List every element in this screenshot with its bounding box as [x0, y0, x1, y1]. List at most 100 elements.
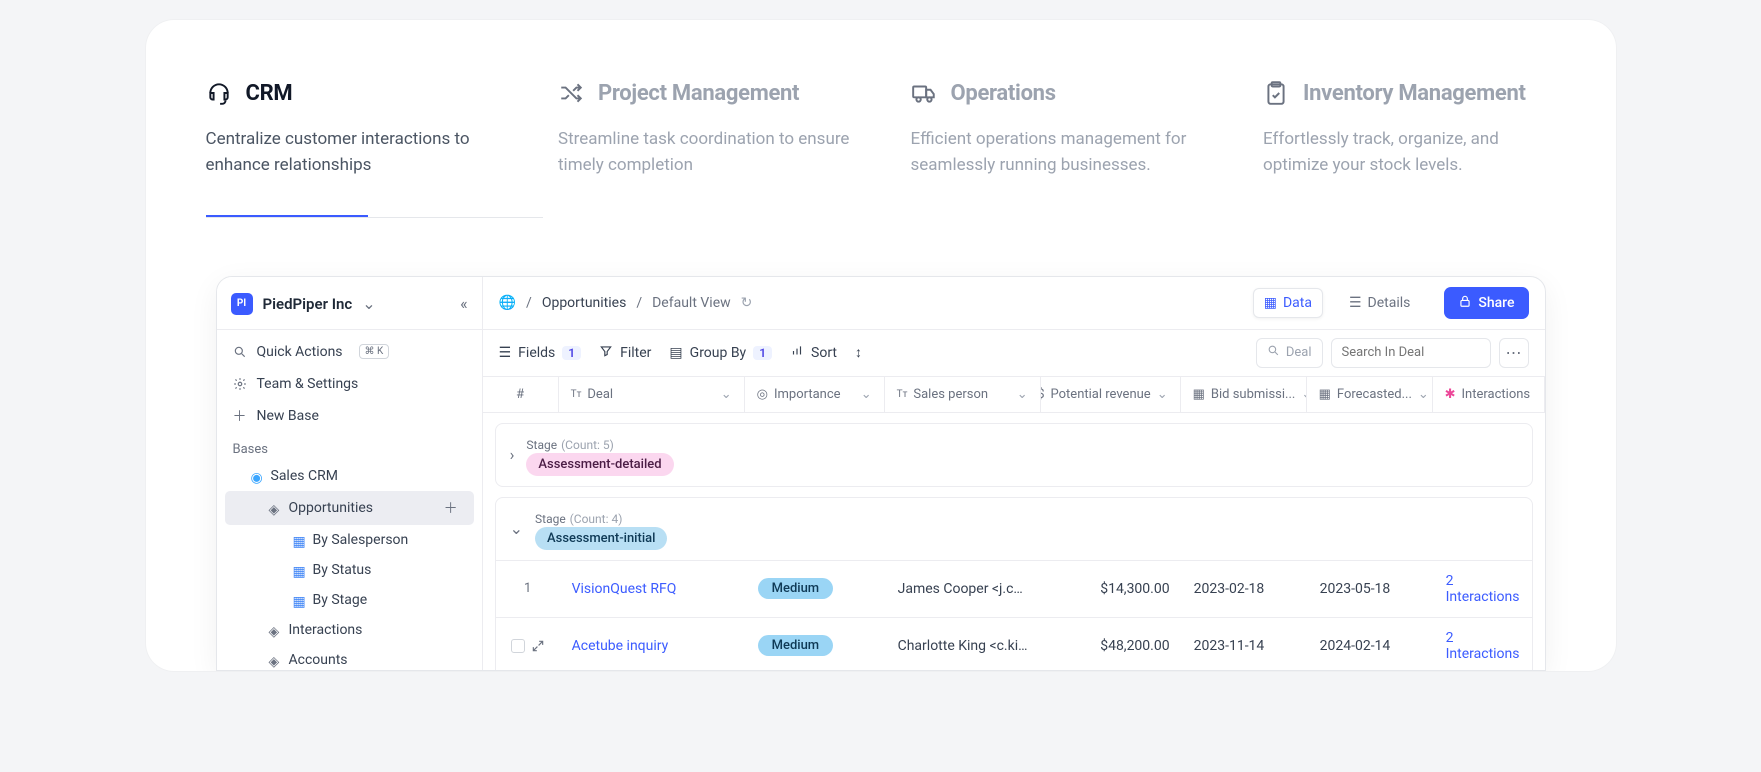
layers-icon: ◈ [269, 624, 281, 636]
tab-desc: Effortlessly track, organize, and optimi… [1263, 126, 1556, 179]
view-by-salesperson[interactable]: ▦ By Salesperson [217, 525, 482, 555]
table-accounts[interactable]: ◈ Accounts [217, 645, 482, 671]
expand-row-icon[interactable] [531, 639, 545, 653]
col-salesperson[interactable]: TтSales person⌄ [885, 377, 1041, 412]
col-bid-date[interactable]: ▦Bid submissi...⌄ [1181, 377, 1307, 412]
grid-icon: ▦ [293, 594, 305, 606]
gear-icon [233, 377, 247, 391]
col-interactions[interactable]: ✱Interactions [1433, 377, 1545, 412]
cell-importance: Medium [746, 623, 886, 668]
breadcrumb-view[interactable]: Default View [652, 295, 731, 311]
workspace-name: PiedPiper Inc [263, 295, 353, 313]
tab-project-management[interactable]: Project Management Streamline task coord… [558, 80, 851, 179]
truck-icon [911, 80, 937, 106]
cell-deal: VisionQuest RFQ [560, 569, 746, 609]
view-mode-details[interactable]: ☰ Details [1339, 289, 1420, 317]
table-row[interactable]: Acetube inquiry Medium Charlotte King <c… [496, 617, 1532, 671]
team-settings[interactable]: Team & Settings [217, 368, 482, 400]
tab-title: Operations [951, 81, 1056, 106]
bases-section-label: Bases [217, 432, 482, 461]
chevron-down-icon: ⌄ [1157, 387, 1168, 402]
cell-bid-date: 2023-11-14 [1182, 626, 1308, 666]
stage-pill: Assessment-detailed [526, 453, 673, 476]
view-by-status[interactable]: ▦ By Status [217, 555, 482, 585]
fields-tool[interactable]: ☰ Fields 1 [499, 345, 582, 361]
table-opportunities[interactable]: ◈ Opportunities ＋ [225, 491, 474, 525]
col-deal[interactable]: TтDeal⌄ [559, 377, 745, 412]
expand-group-icon[interactable]: › [510, 445, 515, 464]
dollar-icon: $ [1041, 387, 1045, 402]
collapse-group-icon[interactable]: ⌄ [510, 519, 523, 538]
interactions-link[interactable]: 2 Interactions [1446, 630, 1520, 662]
sort-tool[interactable]: Sort [790, 344, 837, 362]
headset-icon [206, 80, 232, 106]
bars-icon [790, 344, 804, 362]
search-icon [1267, 344, 1280, 361]
grid-icon: ▦ [293, 564, 305, 576]
topbar: 🌐 / Opportunities / Default View ↻ ▦ Dat… [483, 277, 1545, 330]
link-icon: ✱ [1445, 387, 1456, 402]
stage-label: Stage [526, 438, 557, 452]
search-input[interactable] [1331, 338, 1491, 368]
deal-link[interactable]: VisionQuest RFQ [572, 581, 677, 597]
filter-label: Filter [620, 345, 651, 361]
funnel-icon [599, 344, 613, 362]
tab-inventory[interactable]: Inventory Management Effortlessly track,… [1263, 80, 1556, 179]
row-checkbox[interactable] [511, 639, 525, 653]
col-row-number[interactable]: # [483, 377, 559, 412]
row-number: 1 [496, 569, 560, 608]
table-label: Interactions [289, 622, 363, 638]
workspace-switcher[interactable]: PI PiedPiper Inc ⌄ « [217, 285, 482, 323]
tab-title: Project Management [598, 81, 799, 106]
quick-actions-kbd: ⌘ K [359, 344, 390, 359]
groupby-tool[interactable]: ▤ Group By 1 [669, 345, 772, 361]
group-assessment-initial: ⌄ Stage (Count: 4) Assessment-initial 1 … [495, 497, 1533, 671]
sidebar-collapse-icon[interactable]: « [460, 294, 468, 313]
interactions-link[interactable]: 2 Interactions [1446, 573, 1520, 605]
col-importance[interactable]: ◎Importance⌄ [745, 377, 885, 412]
row-controls [496, 627, 560, 665]
deal-link[interactable]: Acetube inquiry [572, 638, 669, 654]
groupby-count: 1 [753, 346, 772, 360]
main-pane: 🌐 / Opportunities / Default View ↻ ▦ Dat… [483, 277, 1545, 670]
view-mode-data[interactable]: ▦ Data [1253, 288, 1323, 318]
quick-actions-label: Quick Actions [257, 344, 343, 360]
refresh-icon[interactable]: ↻ [741, 295, 753, 311]
col-forecast-date[interactable]: ▦Forecasted...⌄ [1307, 377, 1433, 412]
cell-salesperson: Charlotte King <c.king... [886, 626, 1042, 666]
search-field-select[interactable]: Deal [1256, 338, 1323, 368]
calendar-icon: ▦ [1319, 387, 1331, 402]
view-by-stage[interactable]: ▦ By Stage [217, 585, 482, 615]
sidebar: PI PiedPiper Inc ⌄ « Quick Actions ⌘ K T… [217, 277, 483, 670]
shuffle-icon [558, 80, 584, 106]
breadcrumb-table[interactable]: Opportunities [542, 295, 627, 311]
table-interactions[interactable]: ◈ Interactions [217, 615, 482, 645]
plus-icon: ＋ [233, 409, 247, 423]
cell-bid-date: 2023-02-18 [1182, 569, 1308, 609]
share-button[interactable]: Share [1444, 287, 1528, 319]
tab-operations[interactable]: Operations Efficient operations manageme… [911, 80, 1204, 179]
tab-desc: Streamline task coordination to ensure t… [558, 126, 851, 179]
tab-crm[interactable]: CRM Centralize customer interactions to … [206, 80, 499, 179]
row-height-tool[interactable]: ↕ [855, 344, 862, 361]
base-sales-crm[interactable]: ◉ Sales CRM [217, 461, 482, 491]
stage-count: (Count: 4) [570, 512, 623, 526]
new-base[interactable]: ＋ New Base [217, 400, 482, 432]
search-field-label: Deal [1286, 345, 1312, 360]
cell-revenue: $48,200.00 [1042, 626, 1182, 666]
quick-actions[interactable]: Quick Actions ⌘ K [217, 336, 482, 368]
sort-label: Sort [811, 345, 837, 361]
toolbar-more[interactable]: ⋯ [1499, 338, 1529, 368]
add-view-icon[interactable]: ＋ [444, 498, 458, 518]
table-row[interactable]: 1 VisionQuest RFQ Medium James Cooper <j… [496, 560, 1532, 617]
app-frame: PI PiedPiper Inc ⌄ « Quick Actions ⌘ K T… [216, 276, 1546, 671]
fields-count: 1 [562, 346, 581, 360]
stage-count: (Count: 5) [561, 438, 614, 452]
filter-tool[interactable]: Filter [599, 344, 651, 362]
groupby-label: Group By [690, 345, 747, 361]
tab-desc: Centralize customer interactions to enha… [206, 126, 499, 179]
base-label: Sales CRM [271, 468, 338, 484]
table-label: Opportunities [289, 500, 374, 516]
view-label: By Stage [313, 592, 368, 608]
col-revenue[interactable]: $Potential revenue⌄ [1041, 377, 1181, 412]
